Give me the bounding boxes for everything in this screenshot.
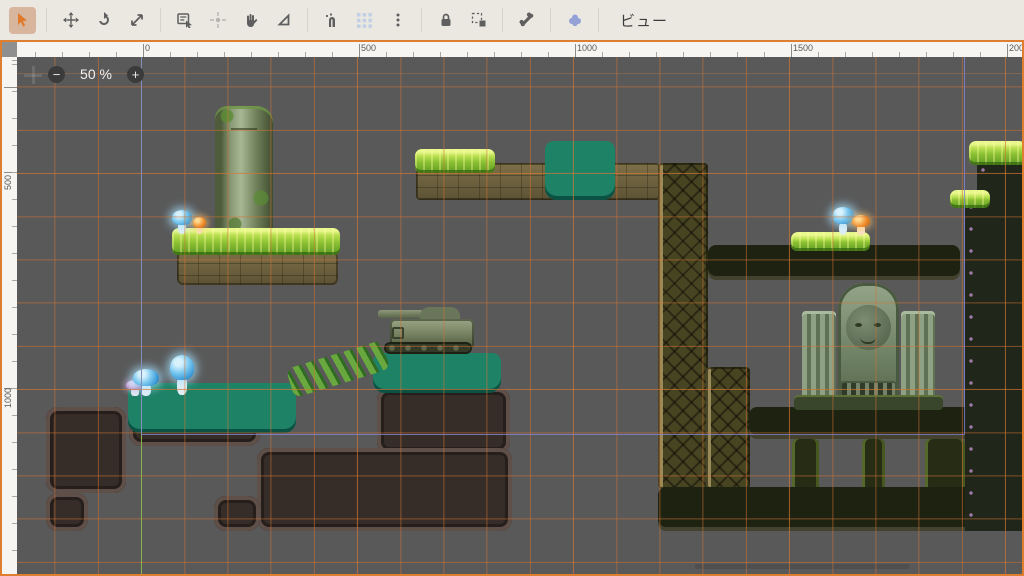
toolbar: ビュー [0, 0, 1024, 40]
view-menu-button[interactable]: ビュー [610, 6, 678, 35]
tile-right-cliff-grass[interactable] [969, 141, 1024, 165]
tile-left-block[interactable] [46, 407, 126, 493]
tile-ground-step[interactable] [214, 496, 260, 531]
2d-canvas-viewport[interactable]: 0 500 1000 1500 2000 500 1000 − 50 % + [0, 40, 1024, 576]
zoom-level-label[interactable]: 50 % [77, 66, 115, 82]
ruler-label: 2000 [1009, 43, 1024, 53]
select-cursor-icon [15, 12, 31, 28]
grid-snap-button[interactable] [351, 7, 378, 34]
ghost-move-gizmo-icon [24, 66, 42, 84]
three-dots-icon [390, 12, 406, 28]
blue-flower-icon [567, 12, 583, 28]
ruler-label: 1500 [793, 43, 813, 53]
horizontal-ruler[interactable] [2, 42, 1022, 57]
rotate-tool-button[interactable] [90, 7, 117, 34]
bone-icon [519, 12, 535, 28]
rotate-icon [96, 12, 112, 28]
pan-tool-button[interactable] [237, 7, 264, 34]
zoom-in-button[interactable]: + [127, 66, 144, 83]
list-select-button[interactable] [171, 7, 198, 34]
zoom-controls: − 50 % + [48, 64, 144, 84]
pivot-tool-button[interactable] [204, 7, 231, 34]
tile-left-block-foot[interactable] [46, 493, 88, 531]
tile-right-cliff-wall[interactable] [965, 199, 1024, 531]
vertical-ruler[interactable] [2, 57, 17, 574]
move-tool-button[interactable] [57, 7, 84, 34]
lock-icon [438, 12, 454, 28]
toolbar-separator [502, 8, 503, 32]
toolbar-separator [160, 8, 161, 32]
group-icon [471, 12, 487, 28]
ruler-corner [2, 42, 17, 57]
zoom-out-button[interactable]: − [48, 66, 65, 83]
tile-moss-pillar[interactable] [862, 439, 885, 491]
flower-options-button[interactable] [561, 7, 588, 34]
lock-button[interactable] [432, 7, 459, 34]
tile-moss-pillar[interactable] [792, 439, 819, 491]
grid-snap-icon [357, 13, 372, 28]
ruler-label: 500 [3, 175, 13, 190]
group-button[interactable] [465, 7, 492, 34]
pivot-crosshair-icon [210, 12, 226, 28]
triangle-ruler-icon [276, 12, 292, 28]
smart-snap-button[interactable] [318, 7, 345, 34]
floor-shadow [695, 564, 909, 569]
move-icon [63, 12, 79, 28]
selection-bounds [141, 40, 965, 435]
toolbar-separator [46, 8, 47, 32]
toolbar-separator [550, 8, 551, 32]
tile-bottom-ground-mass[interactable] [257, 448, 512, 531]
hand-icon [243, 12, 259, 28]
toolbar-separator [307, 8, 308, 32]
select-tool-button[interactable] [9, 7, 36, 34]
ruler-label: 500 [361, 43, 376, 53]
toolbar-separator [598, 8, 599, 32]
ruler-tool-button[interactable] [270, 7, 297, 34]
ruler-label: 0 [145, 43, 150, 53]
ruler-label: 1000 [577, 43, 597, 53]
snap-options-button[interactable] [384, 7, 411, 34]
scale-tool-button[interactable] [123, 7, 150, 34]
list-select-icon [177, 12, 193, 28]
scale-icon [129, 12, 145, 28]
magnet-snap-icon [324, 12, 340, 28]
tile-moss-pillar[interactable] [925, 439, 965, 491]
ruler-label: 1000 [3, 388, 13, 408]
toolbar-separator [421, 8, 422, 32]
skeleton-options-button[interactable] [513, 7, 540, 34]
